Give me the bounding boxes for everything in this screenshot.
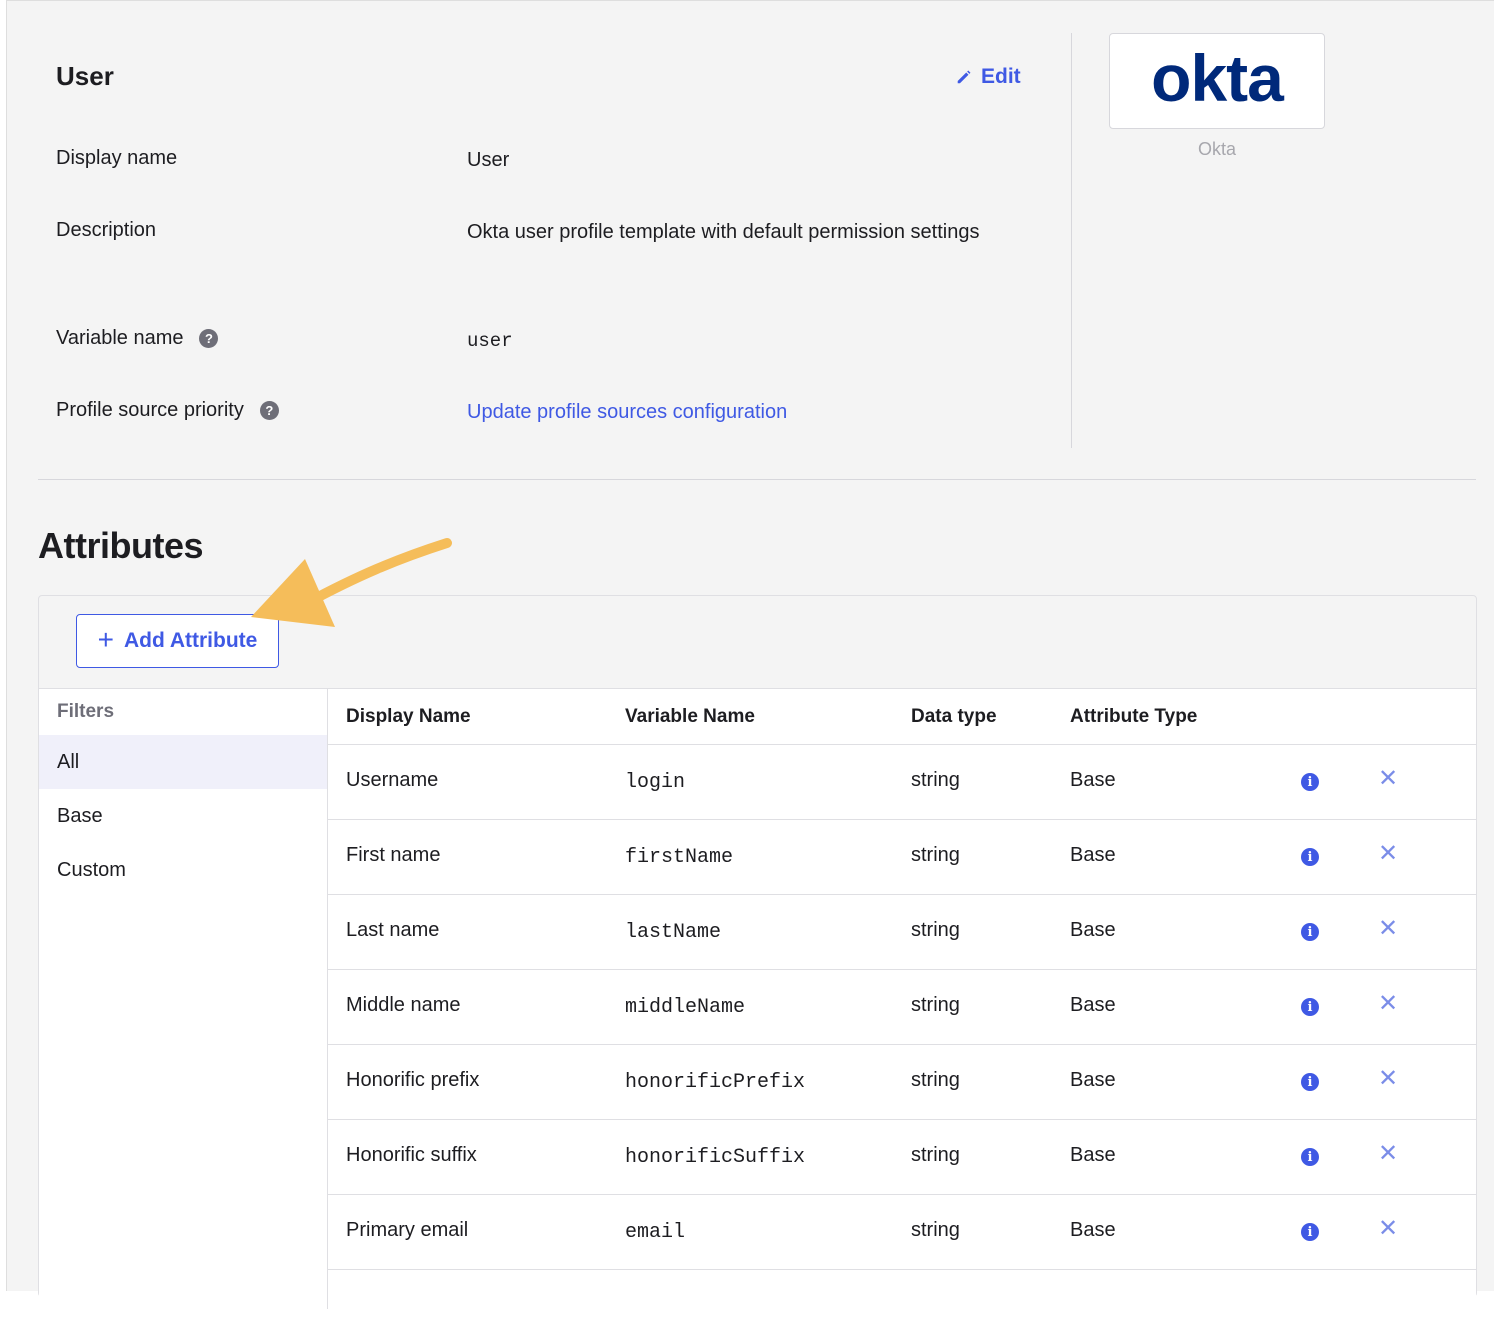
filters-sidebar: Filters All Base Custom xyxy=(39,688,328,1309)
section-divider xyxy=(38,479,1476,480)
table-header: Display Name Variable Name Data type Att… xyxy=(328,689,1476,745)
variable-name-cell: firstName xyxy=(625,846,734,869)
variable-name-cell: email xyxy=(625,1221,686,1244)
close-icon[interactable]: ✕ xyxy=(1378,992,1398,1016)
column-header[interactable]: Attribute Type xyxy=(1070,706,1197,728)
variable-name-label: Variable name ? xyxy=(56,327,219,350)
table-row: Username login string Base i ✕ xyxy=(328,745,1476,820)
logo-caption: Okta xyxy=(1197,139,1236,159)
data-type-cell: string xyxy=(911,994,960,1016)
filter-custom[interactable]: Custom xyxy=(39,843,327,897)
display-name-label: Display name xyxy=(56,147,178,169)
attribute-type-cell: Base xyxy=(1070,1144,1116,1166)
display-name-cell: Username xyxy=(346,769,439,791)
display-name-cell: Primary email xyxy=(346,1219,469,1241)
display-name-cell: Last name xyxy=(346,919,440,941)
column-header[interactable]: Data type xyxy=(911,706,997,728)
info-icon[interactable]: i xyxy=(1301,848,1319,866)
info-icon[interactable]: i xyxy=(1301,998,1319,1016)
add-attribute-button[interactable]: + Add Attribute xyxy=(76,614,279,668)
profile-title: User xyxy=(56,61,114,91)
attribute-type-cell: Base xyxy=(1070,994,1116,1016)
data-type-cell: string xyxy=(911,919,960,941)
data-type-cell: string xyxy=(911,769,960,791)
attributes-table: Display Name Variable Name Data type Att… xyxy=(328,688,1476,1344)
data-type-cell: string xyxy=(911,1219,960,1241)
close-icon[interactable]: ✕ xyxy=(1378,842,1398,866)
filters-label: Filters xyxy=(57,701,115,722)
info-icon[interactable]: i xyxy=(1301,1223,1319,1241)
plus-icon: + xyxy=(97,624,114,655)
help-icon[interactable]: ? xyxy=(199,329,219,348)
attribute-type-cell: Base xyxy=(1070,1069,1116,1091)
column-header[interactable]: Variable Name xyxy=(625,706,755,728)
filter-all[interactable]: All xyxy=(39,735,327,789)
table-row: First name firstName string Base i ✕ xyxy=(328,820,1476,895)
display-name-cell: First name xyxy=(346,844,441,866)
data-type-cell: string xyxy=(911,1144,960,1166)
table-row: Honorific suffix honorificSuffix string … xyxy=(328,1120,1476,1195)
profile-editor-page: User Edit Display name User Description … xyxy=(6,0,1494,1344)
variable-name-cell: login xyxy=(625,771,686,794)
okta-logo-card: okta xyxy=(1109,33,1325,129)
close-icon[interactable]: ✕ xyxy=(1378,1217,1398,1241)
info-icon[interactable]: i xyxy=(1301,1148,1319,1166)
variable-name-value: user xyxy=(467,330,513,352)
column-header[interactable]: Display Name xyxy=(346,706,471,728)
add-attribute-label: Add Attribute xyxy=(123,629,258,652)
attribute-type-cell: Base xyxy=(1070,1219,1116,1241)
close-icon[interactable]: ✕ xyxy=(1378,1142,1398,1166)
edit-button[interactable]: Edit xyxy=(955,65,1021,89)
profile-source-priority-label: Profile source priority ? xyxy=(56,399,279,422)
close-icon[interactable]: ✕ xyxy=(1378,917,1398,941)
table-row: Last name lastName string Base i ✕ xyxy=(328,895,1476,970)
display-name-cell: Middle name xyxy=(346,994,461,1016)
info-icon[interactable]: i xyxy=(1301,773,1319,791)
info-icon[interactable]: i xyxy=(1301,923,1319,941)
attribute-type-cell: Base xyxy=(1070,769,1116,791)
edit-label: Edit xyxy=(981,65,1021,88)
close-icon[interactable]: ✕ xyxy=(1378,767,1398,791)
update-profile-sources-link[interactable]: Update profile sources configuration xyxy=(467,394,1027,430)
table-row: Primary email email string Base i ✕ xyxy=(328,1195,1476,1270)
profile-section: User Edit Display name User Description … xyxy=(7,1,1494,481)
display-name-cell: Honorific suffix xyxy=(346,1144,477,1166)
data-type-cell: string xyxy=(911,844,960,866)
help-icon[interactable]: ? xyxy=(259,401,279,420)
okta-logo: okta xyxy=(1151,41,1284,115)
pencil-icon xyxy=(957,70,971,84)
attributes-panel: + Add Attribute Filters All Base Custom … xyxy=(38,595,1477,1344)
variable-name-cell: lastName xyxy=(625,921,722,944)
filter-base[interactable]: Base xyxy=(39,789,327,843)
description-value: Okta user profile template with default … xyxy=(467,221,980,243)
info-icon[interactable]: i xyxy=(1301,1073,1319,1091)
data-type-cell: string xyxy=(911,1069,960,1091)
variable-name-cell: honorificSuffix xyxy=(625,1146,806,1169)
table-row xyxy=(328,1270,1476,1344)
vertical-divider xyxy=(1071,33,1072,448)
display-name-value: User xyxy=(467,149,510,171)
description-label: Description xyxy=(56,219,157,241)
variable-name-cell: middleName xyxy=(625,996,746,1019)
table-row: Middle name middleName string Base i ✕ xyxy=(328,970,1476,1045)
variable-name-cell: honorificPrefix xyxy=(625,1071,806,1094)
close-icon[interactable]: ✕ xyxy=(1378,1067,1398,1091)
attributes-heading: Attributes xyxy=(38,525,204,566)
display-name-cell: Honorific prefix xyxy=(346,1069,480,1091)
attribute-type-cell: Base xyxy=(1070,844,1116,866)
table-row: Honorific prefix honorificPrefix string … xyxy=(328,1045,1476,1120)
attribute-type-cell: Base xyxy=(1070,919,1116,941)
